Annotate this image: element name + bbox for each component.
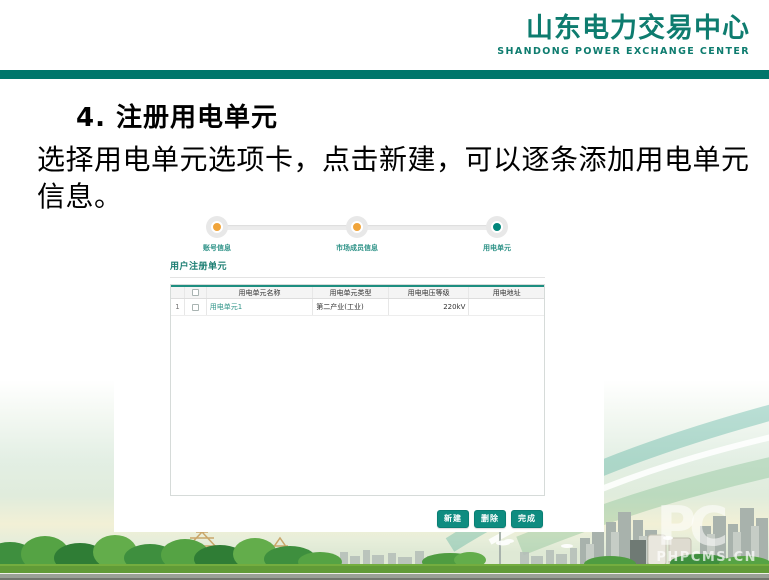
action-button-row: 新建 删除 完成 — [437, 510, 543, 528]
step-circle-icon — [346, 216, 368, 238]
column-header-type[interactable]: 用电单元类型 — [312, 287, 388, 298]
header-index-cell — [171, 287, 184, 298]
column-header-voltage[interactable]: 用电电压等级 — [387, 287, 469, 298]
unit-voltage-cell: 220kV — [387, 299, 469, 315]
section-divider — [170, 277, 545, 278]
app-screenshot-panel: 账号信息 市场成员信息 用电单元 用户注册单元 用电单元名称 用电单元类型 用电… — [114, 196, 604, 532]
step-circle-icon — [206, 216, 228, 238]
column-header-address[interactable]: 用电地址 — [468, 287, 544, 298]
step-label: 市场成员信息 — [336, 244, 378, 252]
brand-name-cn: 山东电力交易中心 — [526, 13, 750, 44]
stepper-step[interactable]: 账号信息 — [203, 216, 231, 252]
action-button[interactable]: 删除 — [474, 510, 506, 528]
step-circle-icon — [486, 216, 508, 238]
stepper-step[interactable]: 用电单元 — [483, 216, 511, 252]
stepper-step[interactable]: 市场成员信息 — [336, 216, 378, 252]
header-divider-bar — [0, 70, 769, 79]
unit-name-link[interactable]: 用电单元1 — [205, 299, 312, 315]
slide: 山东电力交易中心 SHANDONG POWER EXCHANGE CENTER … — [0, 0, 769, 580]
action-button[interactable]: 新建 — [437, 510, 469, 528]
header-checkbox-cell — [183, 287, 206, 298]
stepper-steps: 账号信息 市场成员信息 用电单元 — [203, 216, 511, 252]
row-checkbox-cell — [183, 299, 206, 315]
registration-stepper: 账号信息 市场成员信息 用电单元 — [203, 216, 511, 276]
row-index: 1 — [175, 303, 180, 311]
brand-logo: 山东电力交易中心 SHANDONG POWER EXCHANGE CENTER — [497, 14, 750, 57]
column-header-name[interactable]: 用电单元名称 — [205, 287, 312, 298]
table-header-row: 用电单元名称 用电单元类型 用电电压等级 用电地址 — [171, 285, 544, 299]
table-body: 1 用电单元1 第二产业(工业) 220kV — [171, 299, 544, 316]
select-all-checkbox[interactable] — [191, 289, 199, 296]
brand-name-en: SHANDONG POWER EXCHANGE CENTER — [497, 45, 750, 57]
step-label: 用电单元 — [483, 244, 511, 252]
row-checkbox[interactable] — [191, 303, 199, 311]
action-button[interactable]: 完成 — [511, 510, 543, 528]
step-label: 账号信息 — [203, 244, 231, 252]
section-title: 用户注册单元 — [170, 262, 228, 272]
unit-table: 用电单元名称 用电单元类型 用电电压等级 用电地址 1 用电单元1 第二产业(工… — [170, 284, 545, 496]
page-title: 4. 注册用电单元 — [76, 103, 279, 133]
unit-address-cell — [468, 299, 544, 315]
unit-type-cell: 第二产业(工业) — [312, 299, 388, 315]
table-row[interactable]: 1 用电单元1 第二产业(工业) 220kV — [171, 299, 544, 316]
